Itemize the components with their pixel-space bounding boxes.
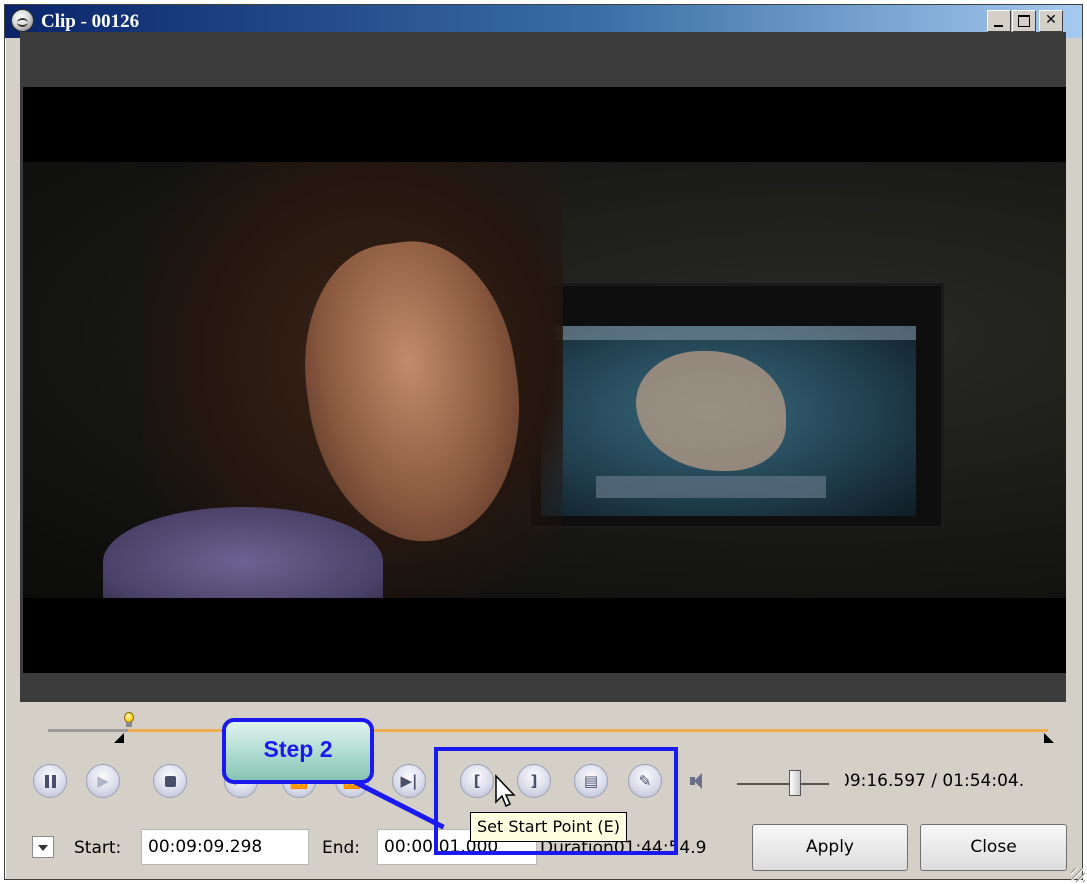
background-tv	[528, 283, 944, 529]
pause-button[interactable]	[33, 764, 67, 798]
seek-handle[interactable]	[122, 712, 136, 730]
end-marker[interactable]	[1044, 733, 1054, 743]
video-viewport[interactable]	[23, 87, 1066, 673]
volume-thumb[interactable]	[789, 770, 801, 796]
end-label: End:	[322, 838, 361, 858]
window-title: Clip - 00126	[41, 11, 140, 32]
step-label: Step 2	[263, 736, 333, 762]
stop-icon	[154, 765, 186, 797]
start-label: Start:	[74, 838, 122, 858]
frame-step-icon: ▶	[97, 772, 109, 790]
start-marker[interactable]	[114, 733, 124, 743]
pause-icon	[34, 765, 66, 797]
volume-slider[interactable]	[737, 783, 829, 785]
stop-button[interactable]	[153, 764, 187, 798]
start-time-field[interactable]: 00:09:09.298	[141, 829, 309, 865]
time-readout: 09:16.597 / 01:54:04.	[845, 771, 1025, 791]
step-callout: Step 2	[222, 718, 374, 784]
apply-button[interactable]: Apply	[752, 824, 908, 871]
app-logo-icon	[11, 9, 34, 32]
minimize-button[interactable]	[987, 10, 1011, 32]
next-icon: ▶|	[400, 772, 418, 790]
close-button[interactable]: Close	[920, 824, 1067, 871]
tooltip: Set Start Point (E)	[470, 812, 627, 842]
seek-bar-played	[48, 729, 128, 732]
next-button[interactable]: ▶|	[392, 764, 426, 798]
maximize-button[interactable]	[1012, 10, 1036, 32]
seek-bar[interactable]	[48, 729, 1048, 732]
resize-grip-icon[interactable]	[1071, 868, 1085, 882]
speaker-icon[interactable]	[690, 772, 712, 790]
mouse-cursor-icon	[495, 774, 516, 808]
frame-step-button[interactable]: ▶	[86, 764, 120, 798]
expand-dropdown-button[interactable]	[32, 836, 54, 858]
video-frame-image	[23, 162, 1066, 598]
close-window-button[interactable]: ✕	[1039, 10, 1063, 32]
